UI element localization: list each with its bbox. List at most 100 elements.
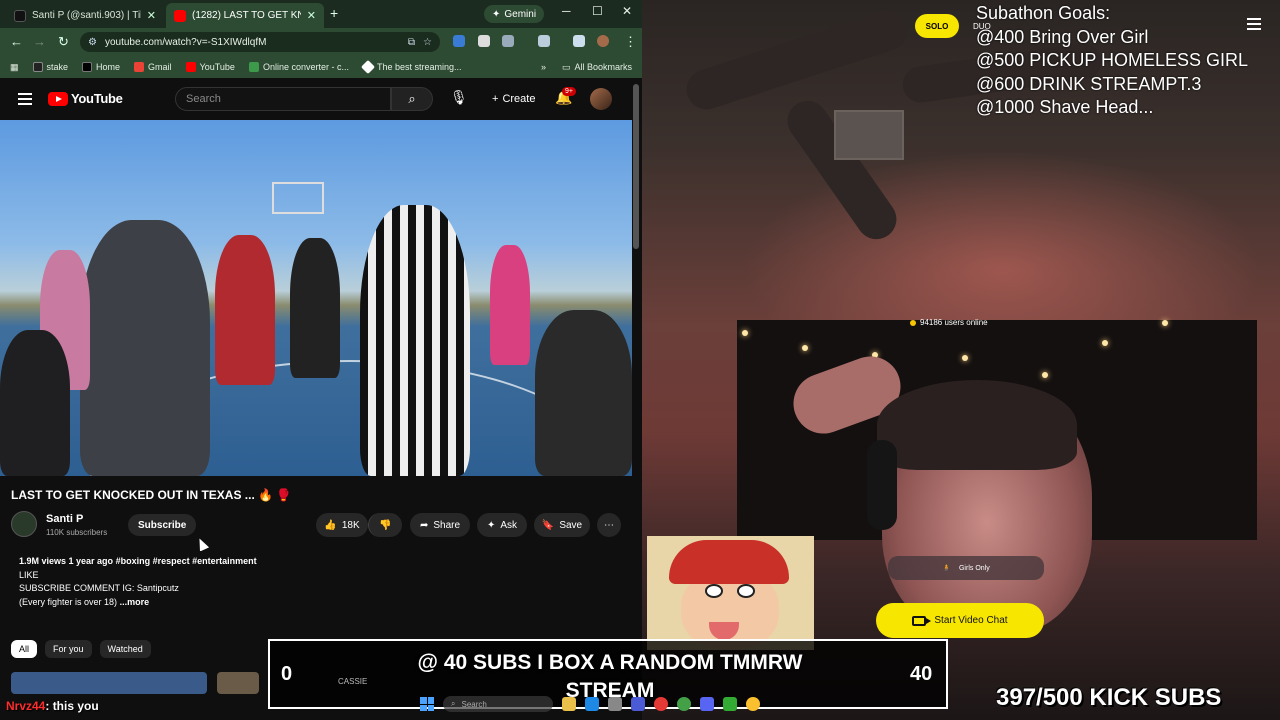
video-player[interactable] xyxy=(0,120,632,476)
dislike-button[interactable]: 👎 xyxy=(368,513,402,537)
tab-title: (1282) LAST TO GET KNOCK xyxy=(192,10,301,21)
app-icon[interactable] xyxy=(723,697,737,711)
app-icon[interactable] xyxy=(631,697,645,711)
chip-for-you[interactable]: For you xyxy=(45,640,92,658)
more-bookmarks-icon[interactable]: » xyxy=(541,62,546,72)
taskbar-search[interactable]: ⌕ Search xyxy=(443,696,553,712)
chip-all[interactable]: All xyxy=(11,640,38,658)
stream-menu-icon[interactable] xyxy=(1247,18,1261,33)
channel-name[interactable]: Santi P xyxy=(46,513,83,525)
thumbnail[interactable] xyxy=(217,672,259,694)
profile-avatar-icon[interactable] xyxy=(597,35,609,47)
subscribe-button[interactable]: Subscribe xyxy=(128,514,197,536)
kebab-menu-icon[interactable]: ⋮ xyxy=(624,34,637,50)
bookmark-streaming[interactable]: The best streaming... xyxy=(360,59,462,75)
bookmark-youtube[interactable]: YouTube xyxy=(185,62,235,72)
channel-avatar[interactable] xyxy=(11,511,37,537)
youtube-logo[interactable]: YouTube xyxy=(48,91,123,106)
chrome-icon[interactable] xyxy=(677,697,691,711)
chrome-icon[interactable] xyxy=(746,697,760,711)
string-light xyxy=(1162,320,1168,326)
search-input[interactable]: Search xyxy=(175,87,391,111)
all-bookmarks[interactable]: ▭ All Bookmarks xyxy=(562,62,632,73)
share-button[interactable]: ➦ Share xyxy=(410,513,470,537)
tab-tiktok[interactable]: Santi P (@santi.903) | TikTok ✕ xyxy=(6,3,164,28)
page-scrollbar[interactable] xyxy=(633,84,639,249)
apps-grid-icon[interactable]: ▦ xyxy=(10,62,19,73)
back-icon[interactable]: ← xyxy=(10,34,23,49)
file-explorer-icon[interactable] xyxy=(562,697,576,711)
string-light xyxy=(962,355,968,361)
account-avatar[interactable] xyxy=(590,88,612,110)
tab-bar: Santi P (@santi.903) | TikTok ✕ (1282) L… xyxy=(0,0,642,28)
tab-youtube[interactable]: (1282) LAST TO GET KNOCK ✕ xyxy=(166,3,324,28)
bookmark-stake[interactable]: stake xyxy=(32,62,68,72)
mode-solo[interactable]: SOLO xyxy=(915,14,959,38)
reload-icon[interactable]: ↻ xyxy=(58,34,69,50)
chip-watched[interactable]: Watched xyxy=(99,640,151,658)
app-icon[interactable] xyxy=(608,697,622,711)
site-info-icon[interactable]: ⚙ xyxy=(88,37,97,48)
ask-button[interactable]: ✦ Ask xyxy=(477,513,527,537)
more-actions-button[interactable]: ⋯ xyxy=(597,513,621,537)
save-button[interactable]: 🔖 Save xyxy=(534,513,590,537)
bookmark-icon: 🔖 xyxy=(541,519,555,531)
search-button[interactable]: ⌕ xyxy=(391,87,433,111)
gemini-button[interactable]: ✦ Gemini xyxy=(484,5,545,23)
tiktok-icon xyxy=(14,9,26,22)
referee-figure xyxy=(360,205,470,476)
hamburger-menu-icon[interactable] xyxy=(18,93,32,105)
person-figure xyxy=(0,330,70,476)
extension-icon[interactable] xyxy=(453,35,465,47)
cartoon-eye xyxy=(705,584,723,598)
mouse-cursor xyxy=(194,536,210,552)
windows-taskbar: ⌕ Search xyxy=(420,694,880,714)
like-button[interactable]: 👍 18K xyxy=(316,513,368,537)
goal-item: @500 PICKUP HOMELESS GIRL xyxy=(976,50,1249,70)
string-light xyxy=(742,330,748,336)
goal-item: @400 Bring Over Girl xyxy=(976,26,1149,47)
microphone-icon[interactable]: 🎙 xyxy=(450,89,468,106)
person-icon: 🧍 xyxy=(942,565,951,572)
bookmarks-bar: ▦ stake Home Gmail YouTube Online conver… xyxy=(0,56,642,78)
bookmark-online-converter[interactable]: Online converter - c... xyxy=(248,62,349,72)
desc-line: (Every fighter is over 18) xyxy=(19,596,118,607)
more-link[interactable]: ...more xyxy=(120,597,150,607)
install-icon[interactable]: ⧉ xyxy=(408,37,415,48)
thumbnail[interactable] xyxy=(11,672,207,694)
streamer-hair xyxy=(877,380,1077,470)
screenshot-icon[interactable] xyxy=(538,35,550,47)
discord-icon[interactable] xyxy=(700,697,714,711)
chrome-icon[interactable] xyxy=(654,697,668,711)
hashtags[interactable]: #boxing #respect #entertainment xyxy=(116,556,257,566)
url-text[interactable]: youtube.com/watch?v=-S1XIWdlqfM xyxy=(105,37,266,48)
omnibox[interactable]: ⚙ youtube.com/watch?v=-S1XIWdlqfM ⧉ ☆ xyxy=(80,32,440,52)
sub-goal-end: 40 xyxy=(910,663,933,685)
gmail-icon xyxy=(134,62,145,72)
girls-only-filter[interactable]: 🧍 Girls Only xyxy=(888,556,1044,580)
users-online: 94186 users online xyxy=(910,318,988,327)
close-window-icon[interactable]: ✕ xyxy=(622,4,632,18)
minimize-icon[interactable]: ─ xyxy=(562,4,571,18)
windows-start-icon[interactable] xyxy=(420,697,434,711)
start-video-chat-button[interactable]: Start Video Chat xyxy=(876,603,1044,638)
bookmark-gmail[interactable]: Gmail xyxy=(134,62,172,72)
video-description[interactable]: 1.9M views 1 year ago #boxing #respect #… xyxy=(11,551,621,611)
new-tab-button[interactable]: + xyxy=(330,5,338,21)
forward-icon[interactable]: → xyxy=(33,34,46,49)
edge-icon[interactable] xyxy=(585,697,599,711)
ceiling-fan-blade xyxy=(681,5,913,115)
create-button[interactable]: + Create xyxy=(484,88,543,110)
bookmark-home[interactable]: Home xyxy=(82,62,120,72)
youtube-icon xyxy=(185,62,196,72)
person-figure xyxy=(290,238,340,378)
close-tab-icon[interactable]: ✕ xyxy=(147,9,156,22)
goal-item: @600 DRINK STREAMPT.3 xyxy=(976,73,1202,94)
thumbs-down-icon: 👎 xyxy=(379,519,392,531)
media-icon[interactable] xyxy=(573,35,585,47)
extension-icon[interactable] xyxy=(478,35,490,47)
puzzle-icon[interactable] xyxy=(502,35,514,47)
close-tab-icon[interactable]: ✕ xyxy=(307,9,316,22)
bookmark-star-icon[interactable]: ☆ xyxy=(423,37,432,48)
maximize-icon[interactable]: ☐ xyxy=(592,4,603,18)
